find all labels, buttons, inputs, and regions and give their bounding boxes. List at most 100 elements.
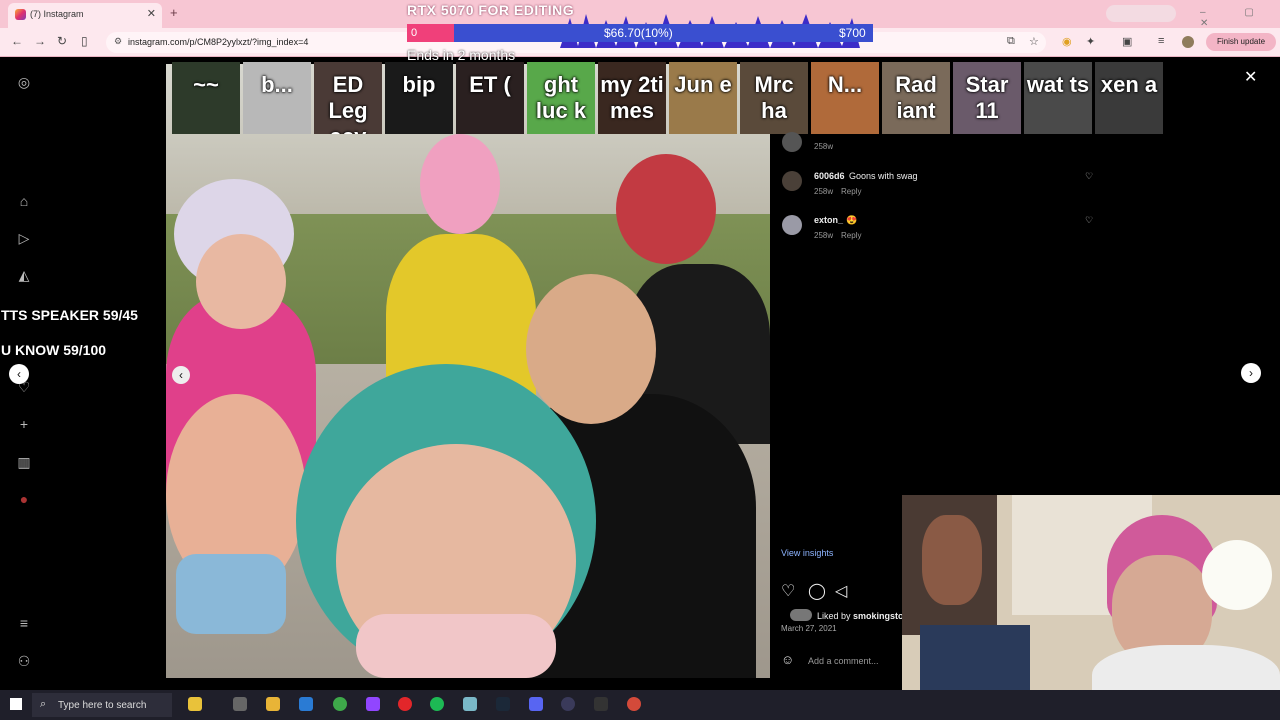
- close-icon[interactable]: ✕: [1244, 67, 1257, 87]
- sticker-label: Star 11: [965, 72, 1009, 123]
- like-comment-heart-icon[interactable]: ♡: [1085, 171, 1093, 182]
- task-view-icon[interactable]: [233, 697, 247, 711]
- sticker-2: ED Leg acy: [314, 62, 382, 134]
- sticker-6: my 2ti mes: [598, 62, 666, 134]
- notepad-icon[interactable]: [463, 697, 477, 711]
- rss-icon[interactable]: ◉: [1062, 35, 1072, 48]
- extensions-icon[interactable]: ✦: [1086, 35, 1095, 48]
- sticker-label: wat ts: [1026, 72, 1090, 97]
- finish-update-button[interactable]: Finish update: [1206, 33, 1276, 51]
- taskbar-search[interactable]: ⌕ Type here to search: [32, 693, 172, 717]
- next-arrow-icon[interactable]: ›: [1241, 363, 1261, 383]
- goal-max-label: $700: [839, 26, 866, 40]
- explore-icon[interactable]: ◭: [16, 267, 32, 283]
- split-screen-icon[interactable]: ▣: [1122, 35, 1132, 48]
- file-explorer-icon[interactable]: [266, 697, 280, 711]
- copilot-sparkle-icon[interactable]: [188, 697, 202, 711]
- sticker-12: wat ts: [1024, 62, 1092, 134]
- sticker-label: N...: [827, 72, 863, 97]
- window-controls[interactable]: – ▢ ✕: [1200, 7, 1280, 29]
- dashboard-icon[interactable]: ▥: [16, 454, 32, 470]
- sticker-8: Mrc ha: [740, 62, 808, 134]
- install-app-icon[interactable]: ⧉: [1007, 35, 1015, 48]
- sticker-9: N...: [811, 62, 879, 134]
- sticker-label: Jun e: [674, 72, 732, 97]
- view-insights-link[interactable]: View insights: [781, 548, 833, 558]
- sticker-11: Star 11: [953, 62, 1021, 134]
- epic-games-icon[interactable]: [594, 697, 608, 711]
- liked-by-prefix: Liked by: [817, 611, 851, 621]
- home-icon[interactable]: ⌂: [16, 193, 32, 209]
- comment-username[interactable]: exton_: [814, 215, 843, 225]
- search-placeholder: Type here to search: [58, 700, 147, 711]
- goal-min-label: 0: [411, 27, 418, 39]
- comment-time: 258w: [814, 187, 834, 196]
- comment-text: 😍: [846, 215, 858, 225]
- sticker-label: ED Leg acy: [328, 72, 368, 134]
- share-send-icon[interactable]: ◁: [835, 581, 847, 601]
- instagram-icon[interactable]: ◎: [16, 74, 32, 90]
- reels-icon[interactable]: ▷: [16, 230, 32, 246]
- discord-icon[interactable]: [529, 697, 543, 711]
- profile-icon[interactable]: ●: [16, 491, 32, 507]
- like-heart-icon[interactable]: ♡: [781, 581, 795, 601]
- liked-by-text[interactable]: Liked by smokingsto: [817, 611, 904, 621]
- app-icon[interactable]: [627, 697, 641, 711]
- comment-row: exton_ 😍 258w Reply ♡: [770, 213, 1103, 257]
- forward-icon[interactable]: →: [34, 34, 46, 48]
- browser-tab[interactable]: (7) Instagram ✕: [8, 3, 162, 28]
- post-date: March 27, 2021: [781, 624, 837, 633]
- twitch-icon[interactable]: [366, 697, 380, 711]
- reply-link[interactable]: Reply: [841, 187, 861, 196]
- windows-start-icon[interactable]: [10, 698, 22, 710]
- comment-username[interactable]: 6006d6: [814, 171, 845, 181]
- comment-row: 6006d6 Goons with swag 258w Reply ♡: [770, 169, 1103, 213]
- instagram-favicon-icon: [15, 9, 26, 20]
- sticker-label: ~~: [193, 72, 219, 97]
- new-tab-icon[interactable]: +: [170, 5, 178, 20]
- sticker-label: b...: [261, 72, 293, 97]
- comment-text: Goons with swag: [849, 171, 918, 181]
- outlook-icon[interactable]: [299, 697, 313, 711]
- left-prev-arrow-icon[interactable]: ‹: [9, 364, 29, 384]
- steam-icon[interactable]: [496, 697, 510, 711]
- tts-speaker-text: TTS SPEAKER 59/45: [1, 307, 138, 323]
- more-icon[interactable]: ⚇: [16, 653, 32, 669]
- goal-title: RTX 5070 FOR EDITING: [407, 2, 575, 18]
- goal-current-label: $66.70(10%): [604, 26, 673, 40]
- menu-icon[interactable]: ≡: [16, 615, 32, 631]
- comment-bubble-icon[interactable]: ◯: [808, 581, 826, 601]
- site-info-icon[interactable]: ⚙: [114, 36, 122, 47]
- photo-prev-arrow-icon[interactable]: ‹: [172, 366, 190, 384]
- bookmark-star-icon[interactable]: ☆: [1029, 35, 1039, 48]
- liked-by-user[interactable]: smokingsto: [853, 611, 904, 621]
- goal-ends-label: Ends in 2 months: [407, 47, 516, 63]
- stream-sticker-row: ~~ b... ED Leg acy bip ET (ght luc k my 2ti m…: [166, 62, 1166, 134]
- sticker-label: my 2ti mes: [600, 72, 664, 123]
- opera-icon[interactable]: [398, 697, 412, 711]
- emoji-picker-icon[interactable]: ☺: [781, 652, 794, 667]
- obs-icon[interactable]: [561, 697, 575, 711]
- plus-icon[interactable]: +: [16, 416, 32, 432]
- sidebar-icon[interactable]: ▯: [81, 34, 88, 48]
- like-comment-heart-icon[interactable]: ♡: [1085, 215, 1093, 226]
- back-icon[interactable]: ←: [11, 34, 23, 48]
- sticker-3: bip: [385, 62, 453, 134]
- avatar[interactable]: [782, 171, 802, 191]
- sticker-5: ght luc k: [527, 62, 595, 134]
- favorites-icon[interactable]: ≡: [1158, 35, 1164, 47]
- profile-avatar[interactable]: [1182, 36, 1194, 48]
- add-comment-input[interactable]: Add a comment...: [808, 656, 879, 666]
- spotify-icon[interactable]: [430, 697, 444, 711]
- avatar[interactable]: [782, 215, 802, 235]
- sticker-label: bip: [402, 72, 436, 97]
- reload-icon[interactable]: ↻: [57, 34, 67, 48]
- sticker-label: xen a: [1100, 72, 1158, 97]
- copilot-pill[interactable]: [1106, 5, 1176, 22]
- sticker-label: Rad iant: [895, 72, 937, 123]
- close-tab-icon[interactable]: ✕: [147, 7, 156, 20]
- avatar[interactable]: [782, 132, 802, 152]
- chrome-icon[interactable]: [333, 697, 347, 711]
- comment-time: 258w: [814, 231, 834, 240]
- reply-link[interactable]: Reply: [841, 231, 861, 240]
